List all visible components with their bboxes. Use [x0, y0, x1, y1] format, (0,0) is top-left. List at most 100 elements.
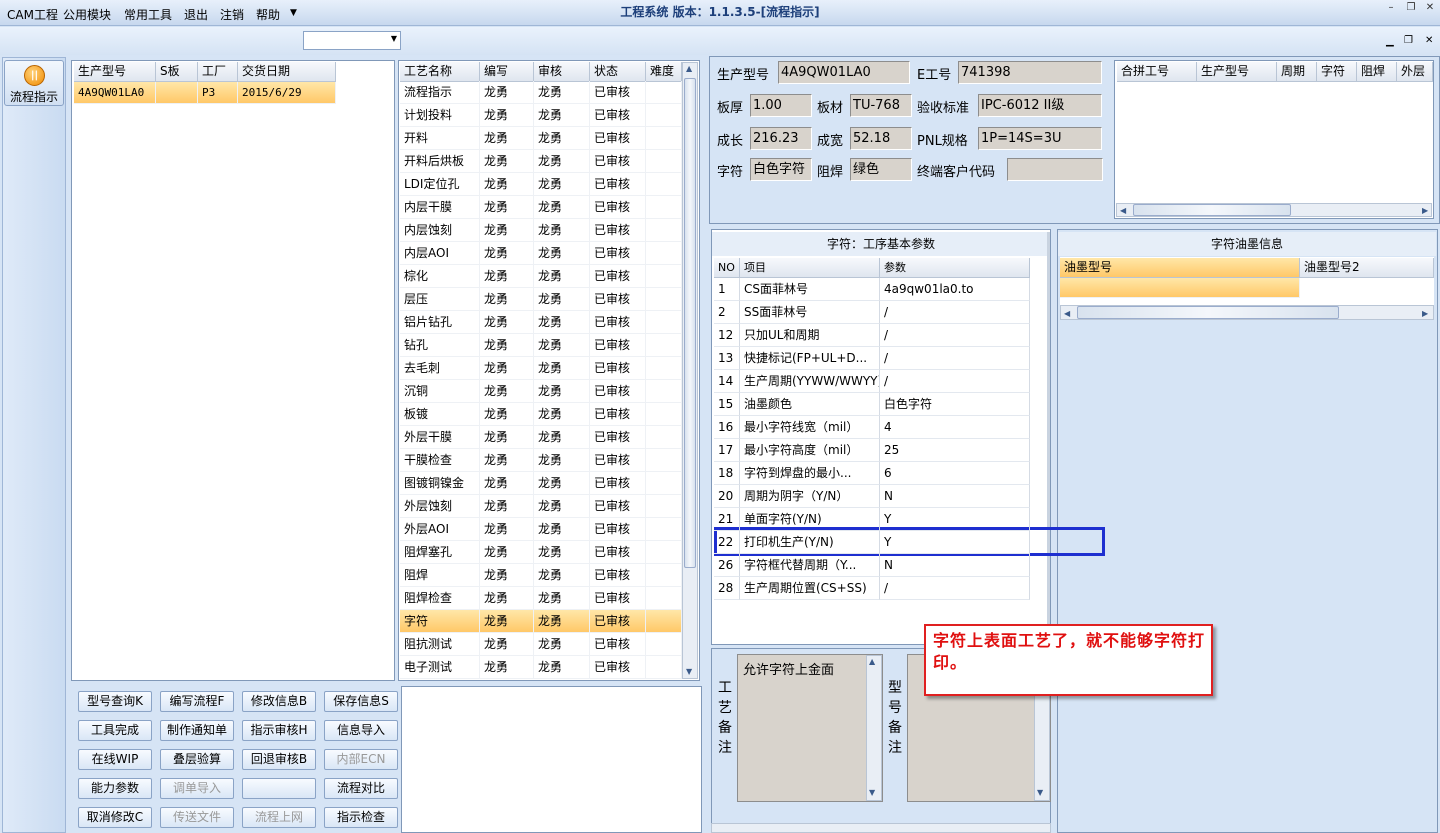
process-cell[interactable]: 龙勇 [534, 173, 590, 196]
params-cell[interactable]: Y [880, 531, 1030, 554]
menu-item[interactable]: 帮助 [256, 6, 280, 23]
process-cell[interactable]: LDI定位孔 [400, 173, 480, 196]
process-cell[interactable]: 龙勇 [480, 495, 534, 518]
merge-col-header[interactable]: 阻焊 [1357, 62, 1397, 82]
process-cell[interactable]: 龙勇 [534, 564, 590, 587]
process-cell[interactable]: 龙勇 [480, 518, 534, 541]
params-cell[interactable]: / [880, 370, 1030, 393]
process-cell[interactable]: 龙勇 [480, 127, 534, 150]
process-cell[interactable]: 字符 [400, 610, 480, 633]
process-cell[interactable]: 阻焊检查 [400, 587, 480, 610]
process-cell[interactable]: 龙勇 [480, 104, 534, 127]
process-cell[interactable]: 龙勇 [480, 610, 534, 633]
merge-col-header[interactable]: 字符 [1317, 62, 1357, 82]
process-cell[interactable]: 已审核 [590, 288, 646, 311]
process-cell[interactable]: 龙勇 [534, 656, 590, 679]
process-cell[interactable]: 板镀 [400, 403, 480, 426]
params-col-header[interactable]: 项目 [740, 258, 880, 278]
process-cell[interactable]: 龙勇 [480, 196, 534, 219]
scroll-left-icon[interactable]: ◀ [1120, 206, 1126, 215]
action-button[interactable]: 修改信息B [242, 691, 316, 712]
process-cell[interactable]: 龙勇 [480, 265, 534, 288]
action-button[interactable]: 能力参数 [78, 778, 152, 799]
params-cell[interactable]: 26 [714, 554, 740, 577]
process-cell[interactable]: 已审核 [590, 587, 646, 610]
params-cell[interactable]: 白色字符 [880, 393, 1030, 416]
action-button[interactable]: 回退审核B [242, 749, 316, 770]
action-button[interactable]: 传送文件 [160, 807, 234, 828]
merge-col-header[interactable]: 外层 [1397, 62, 1433, 82]
params-cell[interactable]: 字符到焊盘的最小... [740, 462, 880, 485]
action-button[interactable]: 流程对比 [324, 778, 398, 799]
process-cell[interactable]: 铝片钻孔 [400, 311, 480, 334]
jobs-col-header[interactable]: 生产型号 [74, 62, 156, 82]
process-cell[interactable]: 龙勇 [534, 196, 590, 219]
params-cell[interactable]: / [880, 577, 1030, 600]
ink-col-header[interactable]: 油墨型号2 [1300, 258, 1434, 278]
process-scroll-thumb[interactable] [684, 78, 696, 568]
ink-col-header[interactable]: 油墨型号 [1060, 258, 1300, 278]
params-cell[interactable]: 快捷标记(FP+UL+D... [740, 347, 880, 370]
process-cell[interactable]: 已审核 [590, 127, 646, 150]
process-cell[interactable]: 已审核 [590, 81, 646, 104]
params-cell[interactable]: 周期为阴字（Y/N） [740, 485, 880, 508]
params-cell[interactable]: 15 [714, 393, 740, 416]
action-button[interactable]: 编写流程F [160, 691, 234, 712]
process-cell[interactable]: 龙勇 [534, 541, 590, 564]
process-cell[interactable]: 龙勇 [534, 357, 590, 380]
jobs-cell[interactable] [156, 82, 198, 104]
params-cell[interactable]: / [880, 301, 1030, 324]
process-cell[interactable]: 龙勇 [480, 173, 534, 196]
params-cell[interactable]: 字符框代替周期（Y... [740, 554, 880, 577]
scroll-up-icon[interactable]: ▲ [686, 64, 692, 73]
process-cell[interactable]: 去毛刺 [400, 357, 480, 380]
process-cell[interactable]: 龙勇 [480, 357, 534, 380]
process-cell[interactable]: 龙勇 [534, 81, 590, 104]
params-cell[interactable]: Y [880, 508, 1030, 531]
process-cell[interactable]: 流程指示 [400, 81, 480, 104]
process-cell[interactable]: 龙勇 [534, 495, 590, 518]
process-cell[interactable]: 已审核 [590, 426, 646, 449]
process-cell[interactable]: 龙勇 [534, 587, 590, 610]
params-cell[interactable]: 最小字符线宽（mil） [740, 416, 880, 439]
process-cell[interactable]: 龙勇 [480, 587, 534, 610]
params-cell[interactable]: 生产周期(YYWW/WWYY) [740, 370, 880, 393]
minimize-icon[interactable]: – [1384, 2, 1398, 14]
process-cell[interactable]: 龙勇 [480, 403, 534, 426]
process-cell[interactable]: 已审核 [590, 173, 646, 196]
thickness-field[interactable]: 1.00 [750, 94, 812, 117]
process-cell[interactable]: 沉铜 [400, 380, 480, 403]
process-col-header[interactable]: 难度 [646, 62, 682, 82]
params-cell[interactable]: / [880, 347, 1030, 370]
jobs-cell[interactable]: P3 [198, 82, 238, 104]
process-cell[interactable]: 龙勇 [534, 219, 590, 242]
merge-col-header[interactable]: 合拼工号 [1117, 62, 1197, 82]
process-cell[interactable] [646, 334, 682, 357]
action-button[interactable]: 在线WIP [78, 749, 152, 770]
process-cell[interactable] [646, 541, 682, 564]
process-cell[interactable] [646, 104, 682, 127]
process-cell[interactable]: 龙勇 [534, 104, 590, 127]
menu-item[interactable]: 公用模块 [63, 6, 111, 23]
process-cell[interactable] [646, 403, 682, 426]
params-cell[interactable]: 17 [714, 439, 740, 462]
jobs-cell[interactable]: 2015/6/29 [238, 82, 336, 104]
process-cell[interactable] [646, 127, 682, 150]
process-cell[interactable] [646, 518, 682, 541]
scroll-right-icon[interactable]: ▶ [1422, 206, 1428, 215]
params-cell[interactable]: 13 [714, 347, 740, 370]
jobs-cell[interactable]: 4A9QW01LA0 [74, 82, 156, 104]
process-cell[interactable] [646, 587, 682, 610]
standard-field[interactable]: IPC-6012 II级 [978, 94, 1102, 117]
params-cell[interactable]: 单面字符(Y/N) [740, 508, 880, 531]
customer-field[interactable] [1007, 158, 1103, 181]
process-cell[interactable]: 开料后烘板 [400, 150, 480, 173]
process-cell[interactable]: 龙勇 [480, 81, 534, 104]
process-col-header[interactable]: 工艺名称 [400, 62, 480, 82]
process-cell[interactable]: 龙勇 [480, 334, 534, 357]
action-button[interactable]: 制作通知单 [160, 720, 234, 741]
merge-col-header[interactable]: 生产型号 [1197, 62, 1277, 82]
params-cell[interactable]: 25 [880, 439, 1030, 462]
model-field[interactable]: 4A9QW01LA0 [778, 61, 910, 84]
process-note-scrollbar[interactable] [866, 655, 882, 801]
